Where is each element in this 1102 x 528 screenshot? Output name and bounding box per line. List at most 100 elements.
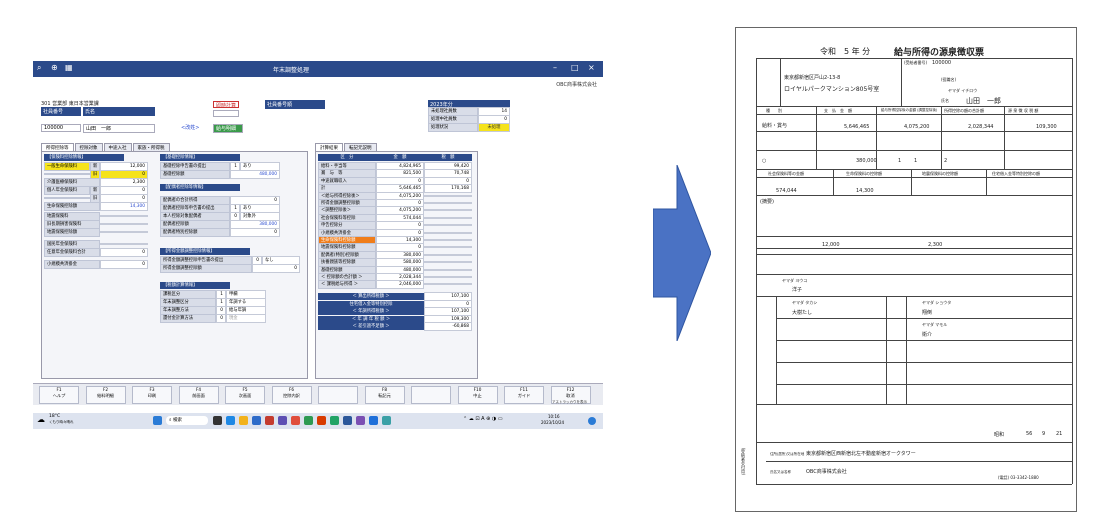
mail-icon[interactable] xyxy=(252,416,261,425)
emp-name-field: 山田 一郎 xyxy=(83,124,155,133)
app-icon[interactable] xyxy=(265,416,274,425)
name-label: 氏名 xyxy=(941,98,949,103)
birth-year: 56 xyxy=(1026,431,1033,437)
result-row: 申告控除分 0 xyxy=(318,221,472,231)
memo-label: (摘要) xyxy=(760,199,774,205)
count-row: 処理状況 未処理 xyxy=(428,123,510,132)
fkey-f5[interactable]: F5 次画面 xyxy=(225,386,265,404)
teams-icon[interactable] xyxy=(278,416,287,425)
notification-icon[interactable] xyxy=(588,417,596,425)
birth-day: 21 xyxy=(1056,431,1063,437)
app-window: ⌕ ⊕ ▦ 年末調整処理 – □ × OBC商事株式会社 301 営業部 東日本… xyxy=(33,61,603,439)
obc-icon[interactable] xyxy=(369,416,378,425)
chrome-icon[interactable] xyxy=(304,416,313,425)
new-life-value: 12,000 xyxy=(822,242,840,248)
dep-name-2: 翔倒 xyxy=(922,310,933,316)
dep-count-2: 1 xyxy=(914,158,918,164)
office-icon[interactable] xyxy=(291,416,300,425)
result-row: 扶養親族等控除額 580,000 xyxy=(318,258,472,268)
dep-kana-2: ヤマダ ショウタ xyxy=(922,300,952,305)
fkey-f4[interactable]: F4 前画面 xyxy=(178,386,219,404)
birth-month: 9 xyxy=(1042,431,1046,437)
emp-no-label: 社員番号 xyxy=(41,107,81,116)
result-row: 中途就職収入 0 0 xyxy=(318,176,472,186)
result-row: ＜調整控除後＞ 4,075,200 xyxy=(318,206,472,216)
social-value: 574,044 xyxy=(776,188,797,194)
receiver-no-label: (受給者番号) xyxy=(904,60,928,65)
fkey-blank[interactable] xyxy=(411,386,451,404)
dep-name-1: 大樹たし xyxy=(792,310,813,316)
slip-title: 給与所得の源泉徴収票 xyxy=(894,48,985,58)
window-title: 年末調整処理 xyxy=(273,67,310,74)
payer-name-label: 氏名又は名称 xyxy=(770,470,791,474)
result-row: ＜給与所得控除後＞ 4,075,200 xyxy=(318,191,472,201)
search-box-label: 検索 xyxy=(172,418,182,423)
function-key-bar: F1 ヘルプ F2 給料明細 F3 印刷 F4 前画面 F5 次画面 F6 控除内訳 F8 転記元 F10 中… xyxy=(33,383,603,405)
fkey-f11[interactable]: F11 ガイド xyxy=(504,386,544,404)
fkey-f3[interactable]: F3 印刷 xyxy=(132,386,172,404)
fkey-blank[interactable] xyxy=(318,386,358,404)
unlabeled-field[interactable] xyxy=(213,110,239,117)
result-total-row: ＜ 年調所得税額 ＞ 107,100 xyxy=(318,307,472,317)
insurance-row: 小規模共済掛金 0 xyxy=(44,260,148,269)
clock-time: 10:16 xyxy=(548,414,560,419)
rename-link[interactable]: <改姓> xyxy=(181,124,199,131)
minimize-icon[interactable]: – xyxy=(553,63,557,72)
powerpoint-icon[interactable] xyxy=(317,416,326,425)
insurance-row: 一般生命保険料新 12,000 xyxy=(44,162,148,171)
insurance-row: 旧0 xyxy=(44,170,148,179)
name-kana: ヤマダ イチロウ xyxy=(948,88,978,93)
adjust-header: 【所得金額調整控除情報】 xyxy=(160,248,250,255)
result-row: ＜ 控除額の合計額 ＞ 2,028,344 xyxy=(318,273,472,282)
result-row: 地震保険料控除額 0 xyxy=(318,243,472,253)
result-panel: 区 分金 額税 額 給料・手当等 4,824,965 99,420 賞 与 等 821,… xyxy=(315,151,478,379)
insurance-header: 【保険料控除情報】 xyxy=(44,154,124,161)
result-row: 社会保険料等控除 574,044 xyxy=(318,213,472,223)
fkey-f10[interactable]: F10 中止 xyxy=(457,386,498,404)
insurance-row: 地震保険料 xyxy=(44,212,148,221)
salary-detail-button[interactable]: 給与明細 xyxy=(213,124,243,133)
edge-icon[interactable] xyxy=(226,416,235,425)
weather-temp: 18°C xyxy=(49,414,61,419)
calc-row: 還付金計算方法 0 現金 xyxy=(160,314,266,323)
result-row: 計 5,646,465 170,168 xyxy=(318,184,472,194)
recalc-button[interactable]: 即時計算 xyxy=(213,101,239,109)
word-icon[interactable] xyxy=(343,416,352,425)
slip-year: 令和 5 年 分 xyxy=(820,47,871,56)
fkey-f8[interactable]: F8 転記元 xyxy=(364,386,405,404)
menu-icon[interactable]: ▦ xyxy=(65,63,73,72)
task-view-icon[interactable] xyxy=(213,416,222,425)
name-label: 氏名 xyxy=(83,107,155,116)
result-row: 小規模共済掛金 0 xyxy=(318,228,472,238)
maximize-icon[interactable]: □ xyxy=(571,63,579,72)
after-ded-value: 4,075,200 xyxy=(904,124,930,130)
fkey-f6[interactable]: F6 控除内訳 xyxy=(271,386,312,404)
fkey-label: 給料明細 xyxy=(97,393,114,398)
fkey-f1[interactable]: F1 ヘルプ xyxy=(39,386,79,404)
withholding-slip: 令和 5 年 分 給与所得の源泉徴収票 (受給者番号) 100000 東京都新宿… xyxy=(735,27,1077,512)
insurance-row: 地震保険控除額 xyxy=(44,228,148,237)
zoom-icon[interactable]: ⊕ xyxy=(51,63,58,72)
emp-no-field[interactable]: 100000 xyxy=(41,124,81,132)
search-box[interactable]: ⌕ 検索 xyxy=(166,416,208,425)
spouse-row: 本人控除対象配偶者 0 対象外 xyxy=(160,212,280,221)
spouse-header: 【配偶者控除等情報】 xyxy=(160,184,240,191)
excel-icon[interactable] xyxy=(330,416,339,425)
adjust-row: 所得金額調整控除申告書の提出 0 なし xyxy=(160,256,300,265)
basic-header: 【基礎控除情報】 xyxy=(160,154,240,161)
title-bar: ⌕ ⊕ ▦ 年末調整処理 – □ × xyxy=(33,61,603,77)
address-line-2: ロイヤルパークマンション805号室 xyxy=(784,86,880,93)
search-icon[interactable]: ⌕ xyxy=(37,63,41,73)
slip-side-label: (受給者交付用) xyxy=(741,448,746,476)
emp-no-order: 社員番号順 xyxy=(265,100,325,109)
receiver-no: 100000 xyxy=(932,60,952,66)
fkey-f2[interactable]: F2 給料明細 xyxy=(85,386,126,404)
start-icon[interactable] xyxy=(153,416,162,425)
tax-value: 109,300 xyxy=(1036,124,1057,130)
birth-era: 昭和 xyxy=(994,432,1005,438)
close-icon[interactable]: × xyxy=(588,63,595,72)
app-icon[interactable] xyxy=(382,416,391,425)
folder-icon[interactable] xyxy=(239,416,248,425)
tray-icons[interactable]: ⌃ ☁ ⊡ A ⊕ ◑ ▭ xyxy=(463,416,503,422)
onenote-icon[interactable] xyxy=(356,416,365,425)
